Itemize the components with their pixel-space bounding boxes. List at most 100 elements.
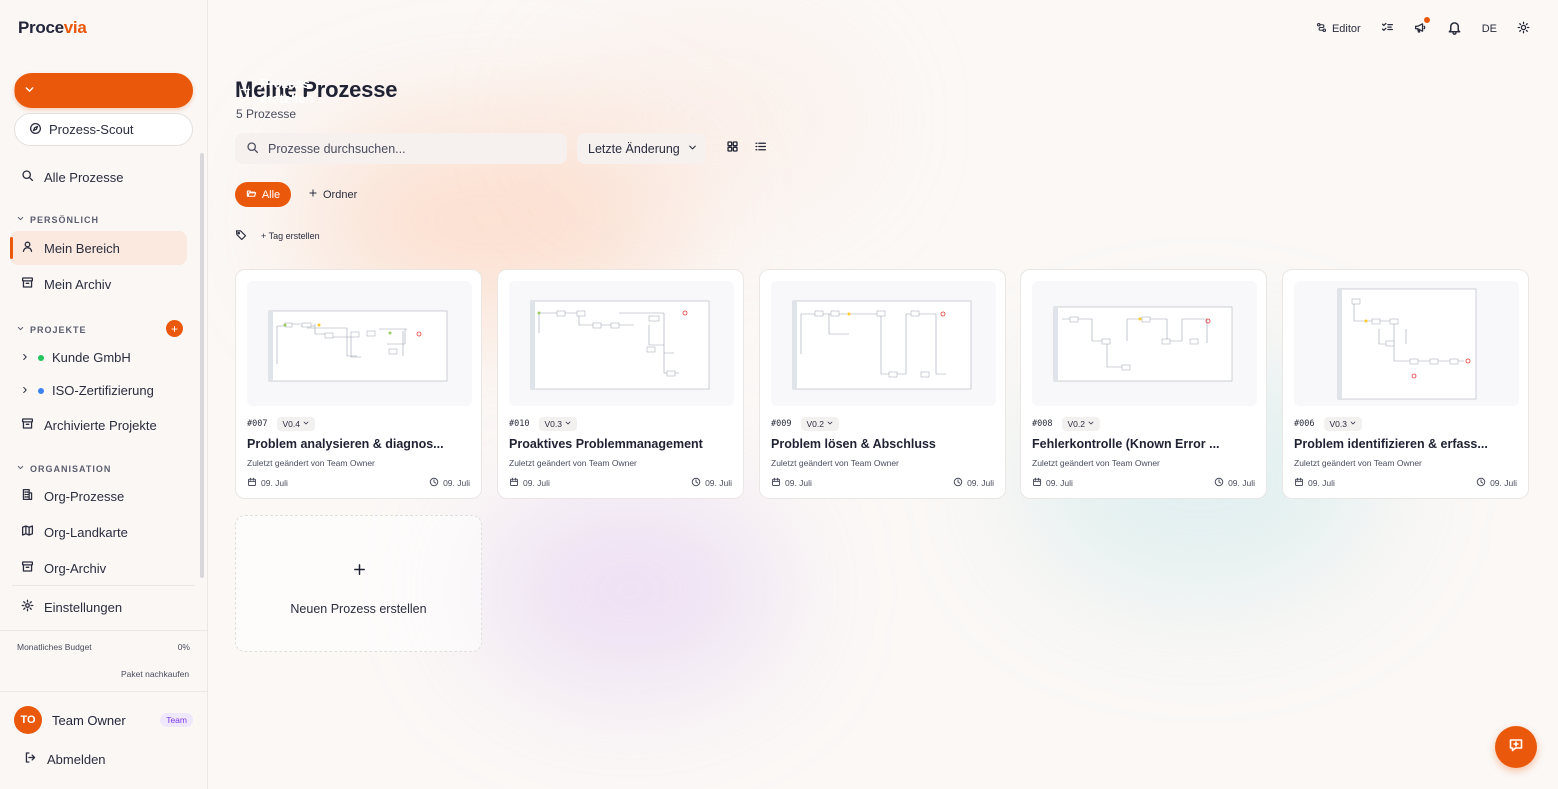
version-dropdown[interactable]: V0.3 [539, 417, 578, 431]
create-process-button[interactable]: Prozess erstellen [14, 73, 313, 108]
editor-button[interactable]: Editor [1316, 22, 1361, 36]
nav-all-processes[interactable]: Alle Prozesse [10, 160, 187, 194]
new-process-card[interactable]: Neuen Prozess erstellen [235, 515, 482, 652]
process-title[interactable]: Problem analysieren & diagnos... [247, 437, 473, 451]
user-name: Team Owner [52, 712, 126, 728]
project-kunde-gmbh[interactable]: Kunde GmbH [20, 350, 131, 365]
feedback-chat-button[interactable] [1495, 726, 1537, 768]
nav-label: Mein Bereich [44, 240, 120, 256]
add-project-button[interactable]: + [166, 320, 183, 337]
clock-icon [429, 477, 439, 489]
editor-label: Editor [1331, 23, 1361, 35]
nav-org-processes[interactable]: Org-Prozesse [10, 479, 187, 513]
budget-value: 0% [177, 642, 190, 652]
process-title[interactable]: Problem lösen & Abschluss [771, 437, 997, 451]
create-process-main[interactable]: Prozess erstellen [222, 73, 313, 108]
card-meta: #006 V0.3 [1294, 417, 1363, 431]
language-switch[interactable]: DE [1482, 23, 1497, 35]
last-changed-text: Zuletzt geändert von Team Owner [247, 458, 375, 468]
divider [0, 630, 208, 631]
process-thumbnail[interactable] [509, 281, 734, 406]
user-icon [21, 240, 34, 256]
search-icon [21, 169, 34, 185]
nav-my-area[interactable]: Mein Bereich [10, 231, 187, 265]
updated-date: 09. Juli [429, 477, 470, 489]
process-card[interactable]: #008 V0.2 Fehlerkontrolle (Known Error ..… [1020, 269, 1267, 499]
grid-icon [726, 140, 739, 158]
process-title[interactable]: Proaktives Problemmanagement [509, 437, 735, 451]
create-process-dropdown[interactable] [15, 73, 43, 108]
version-dropdown[interactable]: V0.4 [277, 417, 316, 431]
process-title[interactable]: Problem identifizieren & erfass... [1294, 437, 1520, 451]
tag-row: + Tag erstellen [235, 229, 320, 243]
filter-all-chip[interactable]: Alle [235, 182, 291, 207]
created-date-value: 09. Juli [523, 478, 550, 488]
sun-icon[interactable] [1517, 21, 1530, 37]
created-date-value: 09. Juli [1308, 478, 1335, 488]
chevron-right-icon [20, 383, 30, 398]
card-meta: #008 V0.2 [1032, 417, 1101, 431]
section-label: ORGANISATION [30, 463, 112, 474]
search-bar[interactable] [235, 133, 567, 164]
nav-org-archive[interactable]: Org-Archiv [10, 551, 187, 585]
section-personal[interactable]: PERSÖNLICH [16, 214, 99, 225]
process-thumbnail[interactable] [1294, 281, 1519, 406]
list-view-button[interactable] [748, 137, 772, 161]
search-input[interactable] [268, 141, 548, 156]
process-number: #009 [771, 419, 792, 429]
last-changed-text: Zuletzt geändert von Team Owner [1294, 458, 1422, 468]
sidebar-scrollbar[interactable] [200, 153, 204, 578]
app-logo[interactable]: Procevia [18, 18, 87, 38]
add-folder-button[interactable]: Ordner [308, 182, 357, 207]
plus-icon [308, 188, 318, 201]
process-card[interactable]: #010 V0.3 Proaktives Problemmanagement Zul… [497, 269, 744, 499]
version-dropdown[interactable]: V0.3 [1324, 417, 1363, 431]
route-icon [1316, 22, 1327, 36]
process-title[interactable]: Fehlerkontrolle (Known Error ... [1032, 437, 1258, 451]
building-icon [21, 488, 34, 504]
created-date: 09. Juli [509, 477, 550, 489]
project-iso-zertifizierung[interactable]: ISO-Zertifizierung [20, 383, 154, 398]
logout-button[interactable]: Abmelden [24, 751, 106, 767]
main-content: Editor DE Meine Prozesse 5 Prozesse Letz… [208, 0, 1558, 789]
chevron-down-icon [16, 324, 25, 335]
nav-org-map[interactable]: Org-Landkarte [10, 515, 187, 549]
process-number: #010 [509, 419, 530, 429]
create-tag-button[interactable]: + Tag erstellen [261, 231, 320, 241]
process-scout-button[interactable]: Prozess-Scout [14, 113, 193, 146]
process-thumbnail[interactable] [771, 281, 996, 406]
chevron-down-icon [1349, 419, 1357, 429]
process-thumbnail[interactable] [1032, 281, 1257, 406]
version-dropdown[interactable]: V0.2 [801, 417, 840, 431]
grid-view-button[interactable] [720, 137, 744, 161]
create-process-label: Prozess erstellen [260, 75, 314, 106]
chevron-down-icon [1087, 419, 1095, 429]
archive-icon [21, 560, 34, 576]
section-projects[interactable]: PROJEKTE [16, 324, 87, 335]
archive-icon [21, 417, 34, 433]
nav-my-archive[interactable]: Mein Archiv [10, 267, 187, 301]
process-card[interactable]: #006 V0.3 Problem identifizieren & erfass… [1282, 269, 1529, 499]
process-thumbnail[interactable] [247, 281, 472, 406]
user-profile[interactable]: TO Team Owner Team [14, 705, 193, 735]
nav-settings[interactable]: Einstellungen [10, 590, 187, 624]
created-date: 09. Juli [247, 477, 288, 489]
version-label: V0.3 [1329, 419, 1347, 429]
version-dropdown[interactable]: V0.2 [1062, 417, 1101, 431]
process-card[interactable]: #009 V0.2 Problem lösen & Abschluss Zuletz… [759, 269, 1006, 499]
tag-icon [235, 229, 247, 243]
folder-open-icon [246, 188, 257, 202]
chevron-down-icon [826, 419, 834, 429]
sort-dropdown[interactable]: Letzte Änderung [577, 133, 706, 164]
monthly-budget: Monatliches Budget 0% [17, 642, 190, 652]
avatar: TO [14, 706, 42, 734]
bell-icon[interactable] [1447, 20, 1462, 38]
process-card[interactable]: #007 V0.4 Problem analysieren & diagnos..… [235, 269, 482, 499]
section-organisation[interactable]: ORGANISATION [16, 463, 111, 474]
nav-archived-projects[interactable]: Archivierte Projekte [10, 408, 187, 442]
calendar-icon [771, 477, 781, 489]
megaphone-icon [1414, 23, 1427, 37]
announcement-button[interactable] [1414, 17, 1430, 37]
buy-package-link[interactable]: Paket nachkaufen [121, 669, 189, 679]
checklist-icon[interactable] [1381, 21, 1394, 37]
